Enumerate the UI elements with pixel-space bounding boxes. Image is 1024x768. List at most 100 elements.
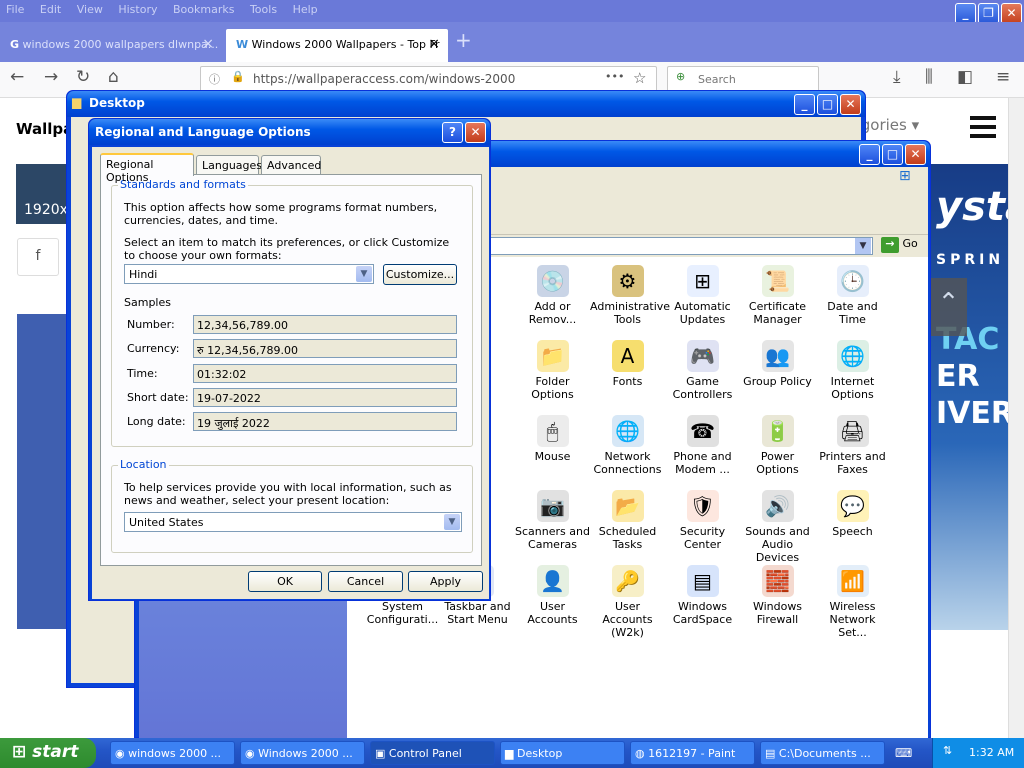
- cancel-button[interactable]: Cancel: [328, 571, 403, 592]
- control-panel-item[interactable]: ☎ Phone and Modem ...: [665, 415, 740, 476]
- control-panel-item[interactable]: 🛡 Security Center: [665, 490, 740, 551]
- close-tab-icon[interactable]: ×: [202, 36, 214, 52]
- maximize-button[interactable]: ❐: [978, 3, 999, 24]
- taskbar-item[interactable]: ◉ Windows 2000 ...: [240, 741, 365, 765]
- taskbar: ⊞ start ◉ windows 2000 ... ◉ Windows 200…: [0, 738, 1024, 768]
- speech-icon: 💬: [836, 490, 869, 522]
- control-panel-item[interactable]: 📁 Folder Options: [515, 340, 590, 401]
- menu-view[interactable]: View: [77, 3, 103, 16]
- chevron-down-icon[interactable]: ▼: [444, 514, 460, 530]
- facebook-icon[interactable]: f: [17, 238, 59, 276]
- menu-bookmarks[interactable]: Bookmarks: [173, 3, 234, 16]
- control-panel-item[interactable]: 🌐 Network Connections: [590, 415, 665, 476]
- address-dropdown-icon[interactable]: ▼: [855, 238, 871, 254]
- standards-description: This option affects how some programs fo…: [124, 201, 438, 227]
- control-panel-item[interactable]: 🌐 Internet Options: [815, 340, 890, 401]
- new-tab-icon[interactable]: +: [455, 28, 472, 52]
- tab-languages[interactable]: Languages: [196, 155, 262, 175]
- maximize-button[interactable]: □: [882, 144, 903, 165]
- help-button[interactable]: ?: [442, 122, 463, 143]
- title-bar[interactable]: ▆ Desktop: [67, 91, 865, 117]
- info-icon[interactable]: ⓘ: [209, 71, 220, 87]
- forward-icon[interactable]: →: [44, 67, 58, 87]
- ok-button[interactable]: OK: [248, 571, 322, 592]
- tab-google[interactable]: G windows 2000 wallpapers dlwnpa... ×: [0, 29, 222, 62]
- control-panel-item[interactable]: 🖱 Mouse: [515, 415, 590, 463]
- hamburger-icon[interactable]: [970, 116, 996, 138]
- control-panel-item[interactable]: 📂 Scheduled Tasks: [590, 490, 665, 551]
- control-panel-item[interactable]: 🎮 Game Controllers: [665, 340, 740, 401]
- close-button[interactable]: ✕: [840, 94, 861, 115]
- close-tab-icon[interactable]: ×: [428, 36, 440, 52]
- taskbar-item[interactable]: ▤ C:\Documents ...: [760, 741, 885, 765]
- control-panel-item[interactable]: 📜 Certificate Manager: [740, 265, 815, 326]
- menu-history[interactable]: History: [118, 3, 157, 16]
- maximize-button[interactable]: □: [817, 94, 838, 115]
- reload-icon[interactable]: ↻: [76, 67, 90, 87]
- clock[interactable]: 1:32 AM: [969, 746, 1014, 759]
- control-panel-item[interactable]: A Fonts: [590, 340, 665, 388]
- network-icon[interactable]: ⇅: [943, 744, 952, 757]
- lock-icon[interactable]: 🔒: [231, 70, 245, 83]
- resolution-badge[interactable]: 1920x1: [16, 164, 77, 224]
- chevron-down-icon[interactable]: ▼: [356, 266, 372, 282]
- menu-help[interactable]: Help: [293, 3, 318, 16]
- page-scrollbar[interactable]: [1008, 98, 1024, 738]
- minimize-button[interactable]: _: [955, 3, 976, 24]
- menu-file[interactable]: File: [6, 3, 24, 16]
- title-bar[interactable]: Regional and Language Options: [89, 119, 490, 145]
- tab-regional-options[interactable]: Regional Options: [100, 153, 194, 184]
- control-panel-item[interactable]: 🕒 Date and Time: [815, 265, 890, 326]
- go-button[interactable]: → Go: [881, 237, 921, 255]
- scroll-top-button[interactable]: ⌃: [930, 278, 967, 336]
- taskbar-item[interactable]: ▆ Desktop: [500, 741, 625, 765]
- sidebar-icon[interactable]: ◧: [957, 67, 973, 87]
- close-button[interactable]: ✕: [1001, 3, 1022, 24]
- control-panel-item[interactable]: 🔑 User Accounts (W2k): [590, 565, 665, 639]
- menu-edit[interactable]: Edit: [40, 3, 61, 16]
- menu-tools[interactable]: Tools: [250, 3, 277, 16]
- control-panel-item[interactable]: 💿 Add or Remov...: [515, 265, 590, 326]
- customize-button[interactable]: Customize...: [383, 264, 457, 285]
- back-icon[interactable]: ←: [10, 67, 24, 87]
- taskbar-item[interactable]: ◉ windows 2000 ...: [110, 741, 235, 765]
- control-panel-item[interactable]: 👤 User Accounts: [515, 565, 590, 626]
- firefox-icon: ◉: [245, 747, 259, 760]
- home-icon[interactable]: ⌂: [108, 67, 119, 87]
- close-button[interactable]: ✕: [465, 122, 486, 143]
- location-select[interactable]: United States ▼: [124, 512, 462, 532]
- more-icon[interactable]: •••: [605, 70, 624, 83]
- url-bar[interactable]: ⓘ 🔒 https://wallpaperaccess.com/windows-…: [200, 66, 657, 92]
- download-icon[interactable]: ⤓: [893, 67, 901, 87]
- control-panel-item[interactable]: 🧱 Windows Firewall: [740, 565, 815, 626]
- control-panel-item[interactable]: 🖨 Printers and Faxes: [815, 415, 890, 476]
- apply-button[interactable]: Apply: [408, 571, 483, 592]
- control-panel-item[interactable]: 📶 Wireless Network Set...: [815, 565, 890, 639]
- start-button[interactable]: ⊞ start: [0, 738, 96, 768]
- search-input[interactable]: ⊕ Search: [667, 66, 819, 92]
- control-panel-item[interactable]: ⚙ Administrative Tools: [590, 265, 670, 326]
- minimize-button[interactable]: _: [794, 94, 815, 115]
- format-select[interactable]: Hindi ▼: [124, 264, 374, 284]
- taskbar-item[interactable]: ▣ Control Panel: [370, 741, 495, 765]
- tab-wallpaperaccess[interactable]: W Windows 2000 Wallpapers - Top Fr ×: [226, 29, 448, 62]
- advertisement[interactable]: ysta SPRIN TAC ER IVER: [930, 164, 1008, 630]
- close-button[interactable]: ✕: [905, 144, 926, 165]
- control-panel-item[interactable]: ⊞ Automatic Updates: [665, 265, 740, 326]
- tab-advanced[interactable]: Advanced: [261, 155, 321, 175]
- bookmark-star-icon[interactable]: ☆: [633, 69, 646, 87]
- control-panel-item[interactable]: ▤ Windows CardSpace: [665, 565, 740, 626]
- url-text[interactable]: https://wallpaperaccess.com/windows-2000: [253, 72, 515, 86]
- library-icon[interactable]: ⫼: [925, 67, 933, 87]
- control-panel-item[interactable]: 🔊 Sounds and Audio Devices: [740, 490, 815, 564]
- keyboard-icon[interactable]: ⌨: [895, 746, 912, 760]
- wallpaper-thumbnail[interactable]: [17, 314, 67, 629]
- minimize-button[interactable]: _: [859, 144, 880, 165]
- control-panel-item[interactable]: 👥 Group Policy: [740, 340, 815, 388]
- control-panel-item[interactable]: 💬 Speech: [815, 490, 890, 538]
- menu-icon[interactable]: ≡: [996, 67, 1010, 87]
- site-logo[interactable]: Wallpa: [16, 120, 73, 138]
- control-panel-item[interactable]: 🔋 Power Options: [740, 415, 815, 476]
- taskbar-item[interactable]: ◍ 1612197 - Paint: [630, 741, 755, 765]
- control-panel-item[interactable]: 📷 Scanners and Cameras: [515, 490, 590, 551]
